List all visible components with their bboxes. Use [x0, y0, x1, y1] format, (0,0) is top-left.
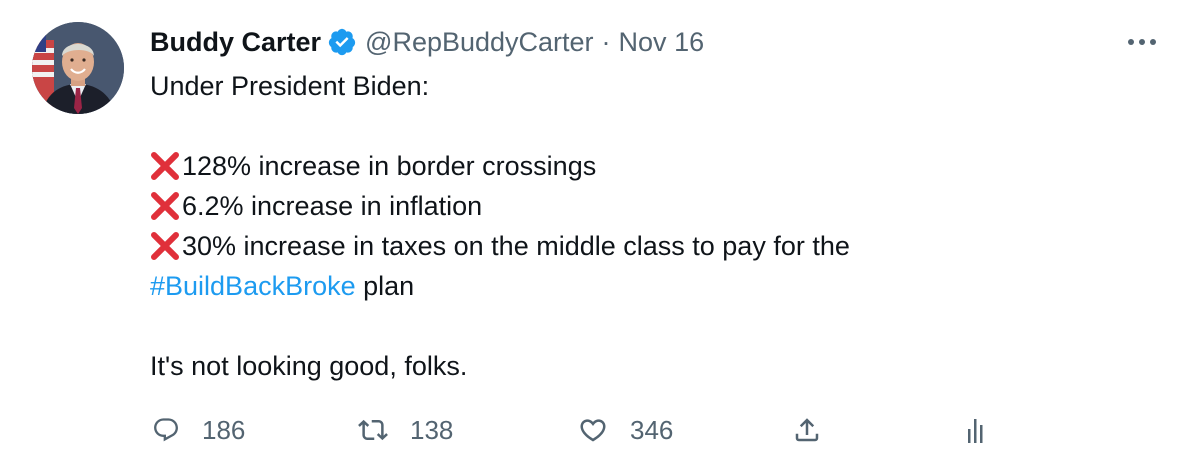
tweet-line-closing: It's not looking good, folks.: [150, 351, 468, 381]
retweet-icon: [358, 415, 388, 445]
more-icon[interactable]: [1124, 30, 1160, 54]
author-handle[interactable]: @RepBuddyCarter: [365, 24, 594, 60]
like-count: 346: [630, 414, 674, 445]
cross-mark-icon: [150, 231, 180, 261]
action-bar: 186 138 346: [150, 408, 1150, 452]
cross-mark-icon: [150, 191, 180, 221]
tweet-text: Under President Biden: 128% increase in …: [150, 66, 1150, 386]
hashtag-suffix: plan: [355, 271, 415, 301]
item-text: 6.2% increase in inflation: [182, 191, 483, 221]
analytics-button[interactable]: [966, 408, 992, 452]
hashtag-link[interactable]: #BuildBackBroke: [150, 266, 356, 306]
retweet-count: 138: [410, 414, 454, 445]
share-button[interactable]: [792, 408, 822, 452]
item-text: 30% increase in taxes on the middle clas…: [182, 231, 850, 261]
analytics-icon: [966, 415, 992, 445]
tweet-line-intro: Under President Biden:: [150, 71, 430, 101]
cross-mark-icon: [150, 151, 180, 181]
reply-count: 186: [202, 414, 246, 445]
tweet-header: Buddy Carter @RepBuddyCarter · Nov 16: [150, 24, 704, 60]
avatar[interactable]: [32, 22, 124, 114]
verified-badge-icon: [327, 27, 357, 57]
item-text: 128% increase in border crossings: [182, 151, 597, 181]
retweet-button[interactable]: 138: [358, 408, 453, 452]
tweet-line-item: 128% increase in border crossings: [150, 146, 1150, 186]
like-icon: [578, 415, 608, 445]
separator-dot: ·: [601, 27, 611, 57]
reply-icon: [152, 416, 180, 444]
share-icon: [792, 415, 822, 445]
reply-button[interactable]: 186: [152, 408, 245, 452]
author-display-name[interactable]: Buddy Carter: [150, 24, 321, 60]
tweet-line-item: 30% increase in taxes on the middle clas…: [150, 226, 1150, 266]
tweet-line-hashtag: #BuildBackBroke plan: [150, 266, 1150, 306]
tweet-date[interactable]: Nov 16: [619, 24, 705, 60]
tweet[interactable]: Buddy Carter @RepBuddyCarter · Nov 16 Un…: [0, 0, 1188, 470]
like-button[interactable]: 346: [578, 408, 673, 452]
tweet-line-item: 6.2% increase in inflation: [150, 186, 1150, 226]
